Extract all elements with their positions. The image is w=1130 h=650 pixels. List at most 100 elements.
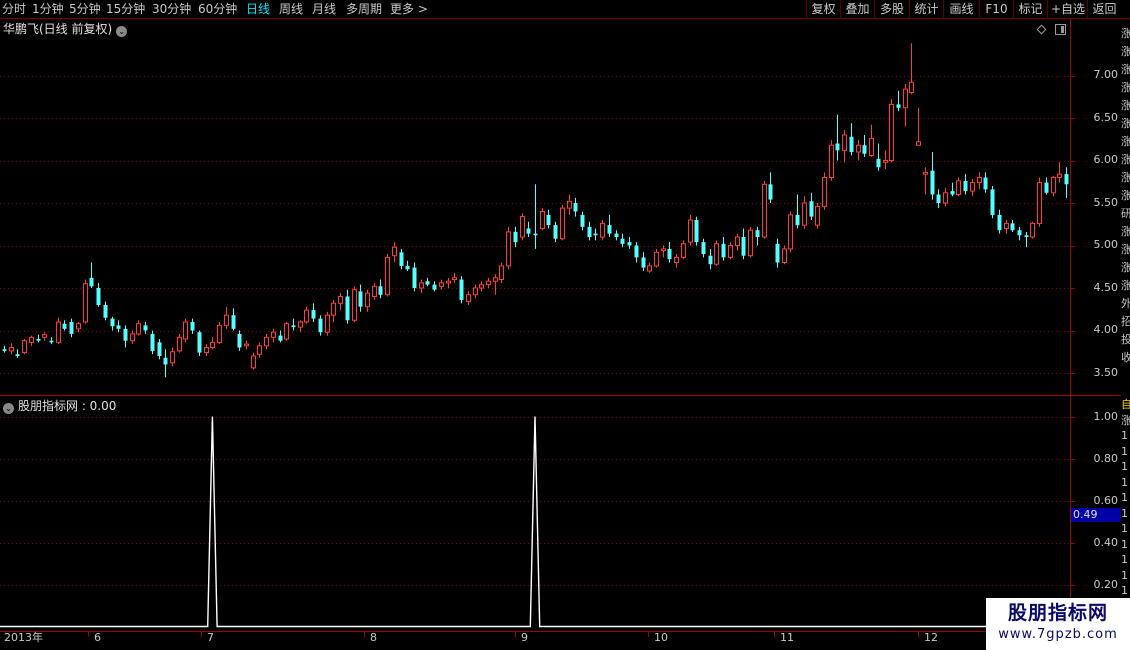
- candle-body: [762, 183, 767, 238]
- candle: [580, 211, 585, 231]
- candle: [748, 226, 753, 258]
- candle: [822, 172, 827, 210]
- candle-body: [439, 282, 444, 287]
- f10-button[interactable]: F10: [979, 0, 1013, 19]
- tab-fenshi[interactable]: 分时: [2, 1, 26, 18]
- mark-button[interactable]: 标记: [1013, 0, 1047, 19]
- candle-body: [546, 214, 551, 226]
- candle: [1044, 177, 1049, 195]
- candle-body: [513, 231, 518, 243]
- candle-body: [224, 314, 229, 326]
- chart-canvas[interactable]: [0, 19, 1121, 650]
- x-axis-label: 2013年: [4, 631, 43, 644]
- candle-body: [788, 214, 793, 250]
- candle: [714, 240, 719, 266]
- tab-1min[interactable]: 1分钟: [32, 1, 64, 18]
- info-strip-char: 1: [1121, 506, 1128, 520]
- candle: [251, 352, 256, 370]
- candle: [896, 90, 901, 112]
- candle-body: [432, 284, 437, 290]
- candle: [271, 328, 276, 343]
- candle: [89, 262, 94, 288]
- chevron-down-icon[interactable]: ⌄: [3, 403, 14, 414]
- candle: [190, 318, 195, 334]
- candle-body: [614, 233, 619, 237]
- candle-body: [479, 284, 484, 289]
- candle-body: [782, 248, 787, 263]
- candle: [110, 316, 115, 331]
- tab-60min[interactable]: 60分钟: [198, 1, 237, 18]
- candle: [42, 332, 47, 341]
- candle: [815, 203, 820, 229]
- tab-30min[interactable]: 30分钟: [152, 1, 191, 18]
- candle-body: [540, 211, 545, 229]
- candle: [231, 308, 236, 331]
- tab-multi-period[interactable]: 多周期: [346, 1, 382, 18]
- candle: [1064, 167, 1069, 198]
- chevron-down-icon[interactable]: ⌄: [116, 26, 128, 37]
- candle: [291, 318, 296, 331]
- info-strip-char: 涨: [1121, 45, 1130, 58]
- candle-body: [452, 277, 457, 280]
- info-strip-char: 研: [1121, 207, 1130, 220]
- candle-body: [69, 322, 74, 334]
- candle-body: [647, 265, 652, 272]
- candle-body: [506, 231, 511, 267]
- candle: [876, 143, 881, 171]
- info-strip-char: 1: [1121, 460, 1128, 473]
- candle: [701, 238, 706, 258]
- candle: [237, 330, 242, 351]
- candle-body: [1064, 174, 1069, 185]
- candle-body: [688, 219, 693, 243]
- candle: [499, 262, 504, 283]
- candle-body: [849, 136, 854, 152]
- candle-body: [997, 214, 1002, 231]
- candle-body: [701, 242, 706, 254]
- candle-body: [49, 340, 54, 343]
- add-watchlist-button[interactable]: +自选: [1047, 0, 1087, 19]
- multi-stock-button[interactable]: 多股: [874, 0, 909, 19]
- candle-body: [499, 265, 504, 280]
- info-strip-char: 涨: [1121, 261, 1130, 274]
- candle-body: [9, 347, 14, 352]
- candle: [546, 209, 551, 229]
- candle-body: [520, 216, 525, 238]
- info-strip-char: 涨: [1121, 153, 1130, 166]
- tab-15min[interactable]: 15分钟: [106, 1, 145, 18]
- candle: [1030, 221, 1035, 239]
- candle: [775, 238, 780, 268]
- cursor-value-badge: 0.49: [1071, 508, 1121, 522]
- indicator-tick-label: 0.80: [1093, 452, 1119, 465]
- info-strip-char: 涨: [1121, 413, 1130, 427]
- tab-more[interactable]: 更多 >: [390, 1, 428, 18]
- candle: [842, 129, 847, 163]
- back-button[interactable]: 返回: [1087, 0, 1121, 19]
- price-tick-label: 6.00: [1093, 153, 1119, 166]
- candle-body: [876, 158, 881, 168]
- tab-monthly[interactable]: 月线: [312, 1, 336, 18]
- tab-daily[interactable]: 日线: [246, 1, 270, 18]
- candle-body: [883, 160, 888, 163]
- candle-body: [956, 180, 961, 195]
- candle-body: [204, 347, 209, 354]
- candle-body: [318, 318, 323, 333]
- candle: [520, 213, 525, 241]
- info-strip-char: 1: [1121, 491, 1128, 504]
- statistics-button[interactable]: 统计: [909, 0, 943, 19]
- candle-body: [358, 291, 363, 307]
- restore-rights-button[interactable]: 复权: [806, 0, 840, 19]
- candle: [331, 299, 336, 322]
- candle: [425, 277, 430, 287]
- candle: [889, 99, 894, 163]
- candle-body: [835, 143, 840, 151]
- panel-layout-icon[interactable]: [1055, 24, 1066, 35]
- info-strip-char: 1: [1121, 444, 1128, 458]
- candle-body: [815, 205, 820, 226]
- tab-5min[interactable]: 5分钟: [69, 1, 101, 18]
- draw-line-button[interactable]: 画线: [943, 0, 979, 19]
- candle: [641, 252, 646, 271]
- tab-weekly[interactable]: 周线: [279, 1, 303, 18]
- overlay-button[interactable]: 叠加: [840, 0, 874, 19]
- candle: [338, 293, 343, 311]
- candle: [782, 245, 787, 265]
